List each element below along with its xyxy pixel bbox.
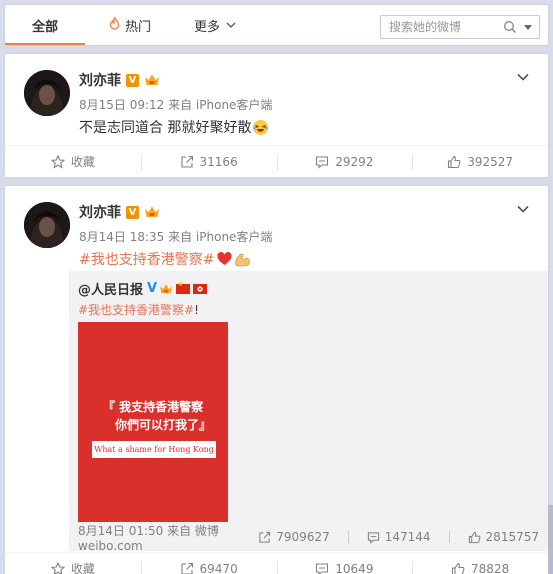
feed-tabbar: 全部 热门 更多 [5,5,548,45]
tab-hot-label: 热门 [124,19,151,35]
comment-icon [367,531,379,544]
repost-text-suffix: ! [194,303,199,317]
post-author: 刘亦菲 V [79,70,160,90]
repost-meta: 8月14日 01:50 来自 微博 weibo.com [78,523,219,553]
favorite-button[interactable]: 收藏 [5,553,141,574]
like-button[interactable]: 78828 [412,553,548,574]
repost-button[interactable]: 69470 [140,553,277,574]
divider [448,531,450,543]
repost-count: 31166 [199,154,238,169]
favorite-label: 收藏 [70,155,95,169]
poster-line-1: 『 我支持香港警察 [102,400,204,414]
repost-topic-link[interactable]: #我也支持香港警察# [78,303,194,317]
post-text: #我也支持香港警察# [79,249,251,269]
search-icon[interactable] [503,20,517,34]
original-like-count: 2815757 [485,530,539,544]
tab-all-label: 全部 [31,19,58,35]
original-repost-button[interactable]: 7909627 [258,530,330,544]
hong-kong-flag-icon [193,283,208,294]
post-menu-chevron-icon[interactable] [516,202,530,216]
laughing-emoji-icon [253,119,269,135]
repost-icon [180,155,193,168]
repost-text: #我也支持香港警察#! [78,301,199,318]
thumbs-up-icon [468,531,481,543]
chevron-down-icon [226,22,236,28]
feed-post: 刘亦菲 V 8月14日 18:35 来自 iPhone客户端 #我也支持香港警察… [5,186,548,574]
post-meta: 8月15日 09:12 来自 iPhone客户端 [79,98,273,112]
poster-image[interactable]: 『 我支持香港警察 你們可以打我了』 What a shame for Hong… [78,322,228,522]
author-name[interactable]: 刘亦菲 [79,70,121,90]
comment-icon [316,155,329,169]
star-icon [50,154,65,169]
member-crown-icon[interactable] [144,73,160,87]
repost-author-name[interactable]: @人民日报 [78,279,143,298]
comment-button[interactable]: 29292 [276,146,413,178]
post-author: 刘亦菲 V [79,202,160,222]
comment-count: 10649 [335,561,374,574]
repost-author: @人民日报 V [78,279,208,298]
post-menu-chevron-icon[interactable] [516,70,530,84]
like-count: 392527 [467,154,514,169]
blue-verified-v-icon[interactable]: V [147,281,157,296]
avatar[interactable] [24,202,70,248]
favorite-button[interactable]: 收藏 [5,146,141,178]
china-flag-icon [176,280,191,294]
poster-banner: What a shame for Hong Kong [92,441,216,458]
strong-arm-icon [235,253,251,266]
tab-more[interactable]: 更多 [175,5,255,45]
search-dropdown-caret-icon[interactable] [524,25,532,30]
search-box [380,15,540,39]
original-comment-count: 147144 [384,530,431,544]
member-crown-icon[interactable] [144,205,160,219]
verified-v-icon[interactable]: V [126,205,139,219]
tab-hot[interactable]: 热门 [85,5,175,45]
flame-icon [109,15,120,34]
favorite-label: 收藏 [70,562,95,574]
divider [347,531,349,543]
post-actions: 收藏 31166 29292 392527 [5,145,548,177]
avatar[interactable] [24,70,70,116]
search-input[interactable] [389,17,507,37]
repost-count: 69470 [199,561,238,574]
thumbs-up-icon [451,562,465,574]
post-actions: 收藏 69470 10649 78828 [5,552,548,574]
post-meta: 8月14日 18:35 来自 iPhone客户端 [79,230,273,244]
repost-footer: 8月14日 01:50 来自 微博 weibo.com 7909627 1471… [78,524,539,553]
scrollbar[interactable] [548,505,553,574]
repost-button[interactable]: 31166 [140,146,277,178]
original-like-button[interactable]: 2815757 [468,530,539,544]
thumbs-up-icon [448,155,461,168]
red-heart-icon [217,252,233,265]
original-repost-count: 7909627 [276,530,330,544]
tab-all[interactable]: 全部 [5,5,85,45]
reposted-original: @人民日报 V #我也支持香港警察#! 『 我支持香港警察 你們可以打我了』 W… [69,271,548,553]
member-crown-icon[interactable] [159,283,173,295]
author-name[interactable]: 刘亦菲 [79,202,121,222]
star-icon [50,561,65,574]
post-text: 不是志同道合 那就好聚好散 [79,117,269,137]
poster-line-2: 你們可以打我了』 [114,418,211,432]
verified-v-icon[interactable]: V [126,73,139,87]
comment-count: 29292 [335,154,374,169]
like-count: 78828 [471,561,510,574]
repost-icon [180,562,193,574]
feed-post: 刘亦菲 V 8月15日 09:12 来自 iPhone客户端 不是志同道合 那就… [5,54,548,177]
comment-icon [316,562,329,574]
comment-button[interactable]: 10649 [276,553,413,574]
like-button[interactable]: 392527 [412,146,548,178]
topic-link[interactable]: #我也支持香港警察# [79,249,214,269]
tab-more-label: 更多 [193,19,220,35]
repost-icon [259,531,271,543]
post-text-body: 不是志同道合 那就好聚好散 [79,120,252,136]
original-comment-button[interactable]: 147144 [367,530,431,544]
